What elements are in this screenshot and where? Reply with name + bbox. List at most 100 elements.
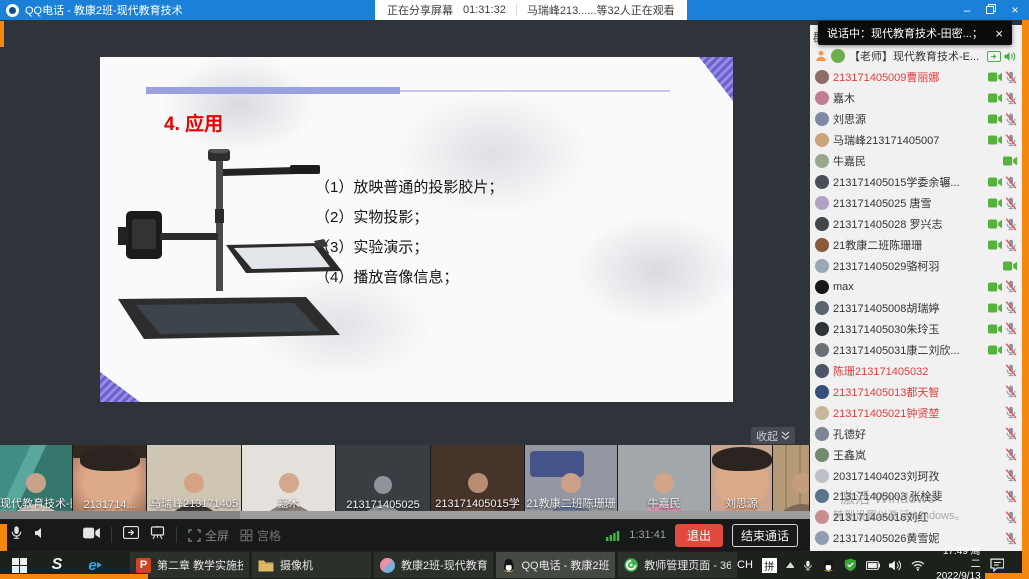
whiteboard-button[interactable] (150, 526, 165, 545)
taskbar-button-label: 摄像机 (280, 557, 313, 573)
share-border-right (1022, 20, 1029, 579)
taskbar-button[interactable]: QQ电话 - 教康2班... (496, 552, 615, 578)
volume-button[interactable] (34, 526, 47, 544)
tray-mic-icon[interactable] (803, 559, 813, 572)
video-thumbnail[interactable] (773, 445, 810, 511)
participant-row[interactable]: 213171405008胡瑞婷 (815, 297, 1017, 318)
end-call-button[interactable]: 结束通话 (732, 524, 798, 547)
taskbar-clock[interactable]: 17:49 周二 2022/9/13 (934, 546, 981, 579)
participant-row[interactable]: 213171405009曹丽娜 (815, 67, 1017, 88)
participant-status-icons (988, 322, 1017, 335)
participant-row[interactable]: 213171405015学委余辗... (815, 172, 1017, 193)
participant-avatar (815, 280, 829, 294)
restore-button[interactable] (979, 0, 1003, 20)
exit-button[interactable]: 退出 (675, 524, 723, 547)
camera-on-icon (1003, 261, 1017, 271)
video-thumbnail[interactable]: 2131714... (73, 445, 147, 511)
participant-row[interactable]: 21教康二班陈珊珊 (815, 235, 1017, 256)
participant-status-icons (1005, 364, 1017, 377)
camera-on-icon (988, 303, 1002, 313)
speaker-on-icon (1004, 51, 1017, 62)
share-status-bar: 正在分享屏幕 01:31:32 马瑞峰213......等32人正在观看 (375, 0, 687, 20)
participant-name: 213171405013都天智 (833, 384, 939, 400)
participant-row[interactable]: 马瑞峰213171405007 (815, 130, 1017, 151)
grid-view-button[interactable]: 宫格 (240, 527, 281, 544)
horizontal-scrollbar[interactable] (0, 511, 810, 519)
mic-muted-icon (1005, 113, 1017, 126)
participant-row[interactable]: 213171405013都天智 (815, 381, 1017, 402)
taskbar: S e P第二章 教学实施技...摄像机教康2班-现代教育...QQ电话 - 教… (0, 551, 1029, 579)
participant-row[interactable]: 213171405025 唐雪 (815, 193, 1017, 214)
divider (176, 527, 177, 543)
video-thumbnail[interactable]: 213171405015学 (431, 445, 525, 511)
participant-avatar (815, 322, 829, 336)
participant-row[interactable]: 213171405029骆柯羽 (815, 256, 1017, 277)
video-thumbnail[interactable]: 现代教育技术-田密 (0, 445, 73, 511)
participant-row[interactable]: 刘思源 (815, 109, 1017, 130)
participant-row[interactable]: 213171405028 罗兴志 (815, 214, 1017, 235)
mic-muted-icon (1005, 532, 1017, 545)
share-border-bottom-left (0, 574, 148, 579)
minimize-button[interactable]: – (955, 0, 979, 20)
collapse-button[interactable]: 收起 (751, 427, 795, 444)
tooltip-close-icon[interactable]: × (995, 26, 1003, 41)
participant-status-icons (987, 51, 1017, 62)
fullscreen-button[interactable]: 全屏 (188, 527, 229, 544)
camera-on-icon (988, 198, 1002, 208)
participant-row[interactable]: 【老师】现代教育技术-E... (815, 46, 1017, 67)
taskbar-button-label: 教师管理页面 - 36... (644, 557, 731, 573)
participant-row[interactable]: 牛嘉民 (815, 151, 1017, 172)
video-thumbnail[interactable]: 马瑞峰213171405 (147, 445, 242, 511)
video-thumbnail[interactable]: 21教康二班陈珊珊 (525, 445, 618, 511)
taskbar-button[interactable]: 摄像机 (252, 552, 371, 578)
participant-row[interactable]: 嘉木 (815, 88, 1017, 109)
participant-name: 213171405026黄雪妮 (833, 530, 939, 546)
share-screen-button[interactable] (123, 526, 139, 544)
language-indicator[interactable]: CH (737, 559, 753, 571)
participant-row[interactable]: 213171405031康二刘欣... (815, 339, 1017, 360)
scrollbar-thumb[interactable] (0, 511, 240, 519)
video-thumbnail[interactable]: 嘉木 (242, 445, 336, 511)
hidden-icons-chevron[interactable] (786, 562, 795, 568)
participant-row[interactable]: 孔德好 (815, 423, 1017, 444)
participant-row[interactable]: 213171405030朱玲玉 (815, 318, 1017, 339)
close-button[interactable]: × (1003, 0, 1027, 20)
mic-button[interactable] (10, 525, 23, 545)
video-thumbnail[interactable]: 213171405025 (336, 445, 431, 511)
action-center-icon[interactable] (990, 558, 1005, 572)
collapse-label: 收起 (756, 428, 778, 444)
camera-button[interactable] (83, 526, 100, 544)
participant-row[interactable]: 203171404023刘珂孜 (815, 465, 1017, 486)
speaker-icon[interactable] (889, 560, 902, 571)
360-browser-icon (624, 557, 638, 573)
internet-explorer-icon: e (88, 557, 96, 574)
mic-muted-icon (1005, 71, 1017, 84)
ime-indicator[interactable]: 拼 (762, 558, 777, 573)
wifi-icon[interactable] (911, 560, 925, 571)
participant-row[interactable]: 213171405021钟贤堃 (815, 402, 1017, 423)
participant-row[interactable]: max (815, 276, 1017, 297)
document-camera-image (108, 149, 348, 349)
restore-icon (986, 4, 996, 14)
slide-corner-decoration-top-right (699, 57, 733, 101)
battery-icon[interactable] (866, 561, 881, 570)
taskbar-button[interactable]: 教师管理页面 - 36... (618, 552, 737, 578)
tray-qq-icon[interactable] (822, 558, 835, 572)
participant-name: 【老师】现代教育技术-E... (849, 48, 979, 64)
camera-on-icon (988, 114, 1002, 124)
fullscreen-icon (188, 529, 201, 542)
tray-360-shield-icon[interactable] (844, 558, 857, 572)
slide-corner-decoration-bottom-left (100, 372, 140, 402)
video-thumbnail[interactable]: 刘思源 (711, 445, 773, 511)
person-silhouette (773, 469, 810, 511)
participant-row[interactable]: 陈珊213171405032 (815, 360, 1017, 381)
participant-avatar (815, 489, 829, 503)
mic-muted-icon (1005, 92, 1017, 105)
taskbar-button[interactable]: 教康2班-现代教育... (374, 552, 493, 578)
participant-avatar (815, 364, 829, 378)
video-thumbnail[interactable]: 牛嘉民 (618, 445, 711, 511)
clock-date: 2022/9/13 (934, 571, 981, 579)
participant-row[interactable]: 王鑫岚 (815, 444, 1017, 465)
participant-row[interactable]: 213171405016刘红 (815, 507, 1017, 528)
participant-row[interactable]: 213171405003 张栓斐 (815, 486, 1017, 507)
